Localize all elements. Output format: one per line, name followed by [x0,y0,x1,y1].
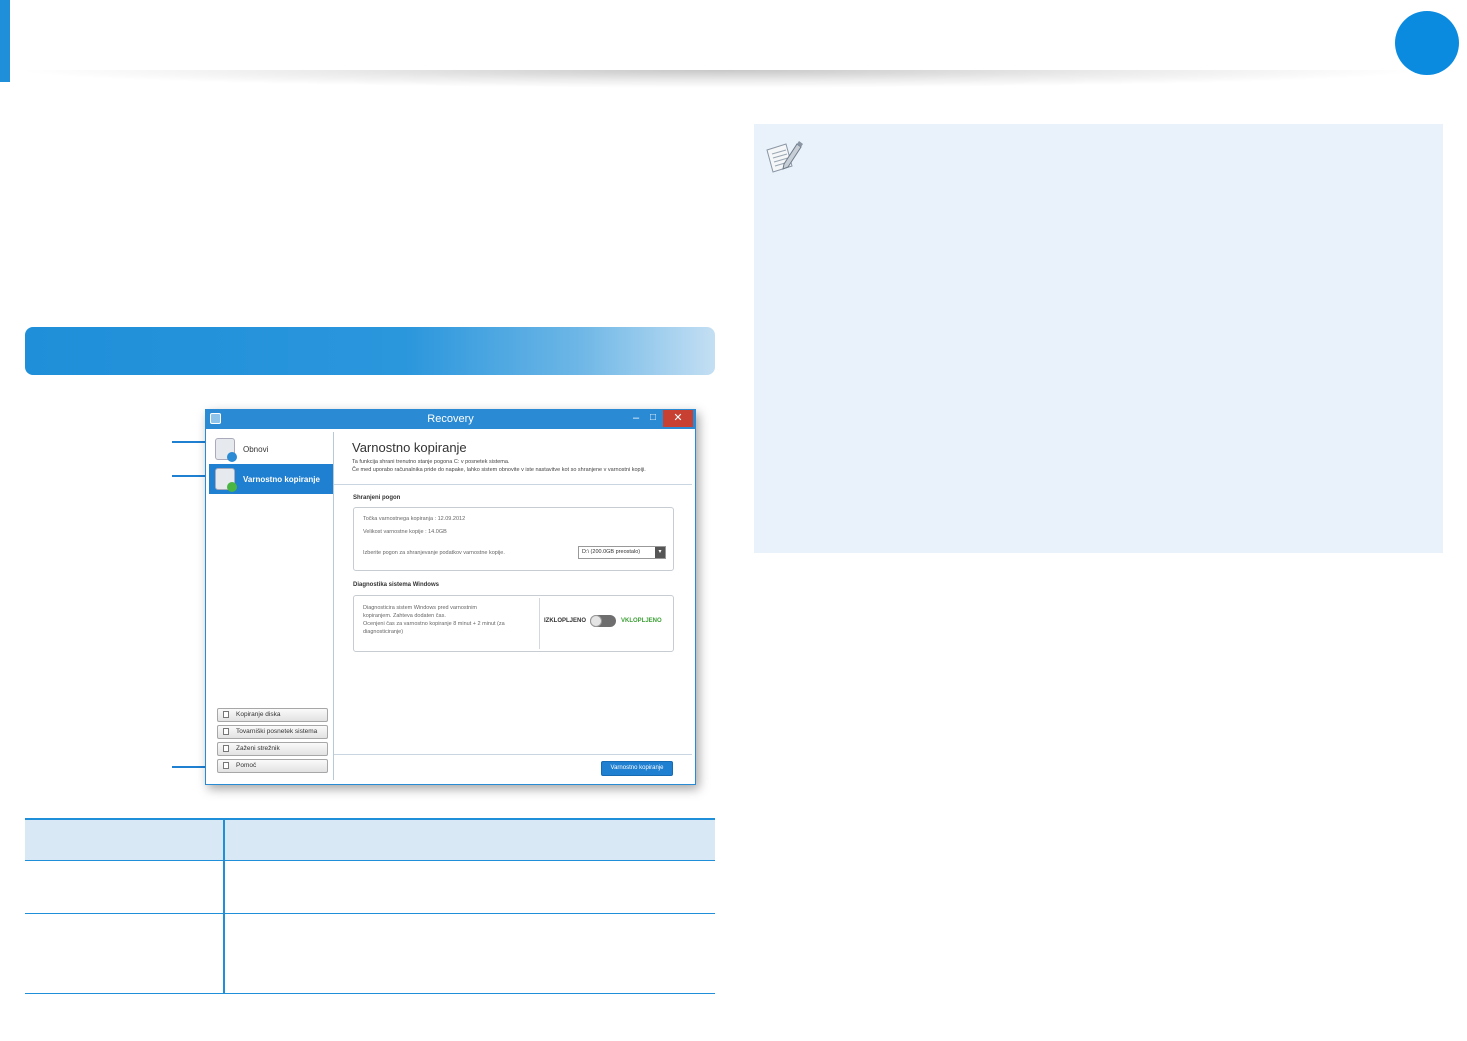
factory-image-icon [223,728,229,735]
toggle-off-label: IZKLOPLJENO [544,618,587,624]
disk-copy-icon [223,711,229,718]
section-heading-bar [25,327,715,375]
button-label: Pomoč [236,762,257,769]
button-label: Tovarniški posnetek sistema [236,728,318,735]
help-button[interactable]: Pomoč [217,759,328,773]
sidebar-item-label: Obnovi [243,445,269,454]
table-row-divider [25,860,715,861]
diagnostics-text-1: Diagnosticira sistem Windows pred varnos… [363,605,478,611]
table-bottom-border [25,993,715,994]
chevron-down-icon: ▾ [655,547,665,558]
storage-group-title: Shranjeni pogon [353,495,401,501]
diagnostics-text-2: kopiranjem. Zahteva dodaten čas. [363,613,446,619]
backup-button[interactable]: Varnostno kopiranje [601,761,673,776]
toggle-on-label: VKLOPLJENO [621,618,662,624]
drive-select-value: D:\ (200.0GB preostalo) [582,549,641,555]
toggle-knob[interactable] [590,615,602,627]
button-label: Kopiranje diska [236,711,281,718]
divider [539,598,540,649]
backup-icon [215,468,237,492]
window-title: Recovery [427,413,474,425]
start-server-button[interactable]: Zaženi strežnik [217,742,328,756]
window-titlebar: Recovery – □ ✕ [206,410,695,429]
backup-point-text: Točka varnostnega kopiranja : 12.09.2012 [363,516,466,522]
header-accent-bar [0,0,10,82]
backup-size-text: Velikost varnostne kopije : 14.0GB [363,529,447,535]
table-row-divider [25,913,715,914]
maximize-button[interactable]: □ [646,412,660,426]
table-header [25,818,715,860]
header-divider [10,70,1430,88]
diagnostics-group: Diagnosticira sistem Windows pred varnos… [353,595,674,652]
diagnostics-group-title: Diagnostika sistema Windows [353,582,439,588]
help-icon [223,762,229,769]
recovery-window: Recovery – □ ✕ Obnovi Varnostno kopiranj… [205,409,696,785]
close-button[interactable]: ✕ [663,410,693,427]
table-column-divider [223,818,225,994]
diagnostics-text-4: diagnosticiranje) [363,629,404,635]
server-icon [223,745,229,752]
sidebar-item-restore[interactable]: Obnovi [209,434,333,464]
main-header: Varnostno kopiranje Ta funkcija shrani t… [334,432,692,485]
minimize-button[interactable]: – [629,412,643,426]
diagnostics-text-3: Ocenjeni čas za varnostno kopiranje 8 mi… [363,621,505,627]
restore-icon [215,438,237,462]
sidebar-item-label: Varnostno kopiranje [243,475,320,484]
main-panel: Varnostno kopiranje Ta funkcija shrani t… [334,432,692,780]
description-line-2: Če med uporabo računalnika pride do napa… [352,467,646,473]
drive-select-dropdown[interactable]: D:\ (200.0GB preostalo) ▾ [578,546,666,559]
description-line-1: Ta funkcija shrani trenutno stanje pogon… [352,459,510,465]
sidebar-item-backup[interactable]: Varnostno kopiranje [209,464,333,494]
page-title: Varnostno kopiranje [352,440,467,455]
note-box [754,124,1443,553]
page-number-badge [1395,11,1459,75]
storage-group: Točka varnostnega kopiranja : 12.09.2012… [353,507,674,571]
sidebar: Obnovi Varnostno kopiranje Kopiranje dis… [209,432,334,780]
button-label: Zaženi strežnik [236,745,280,752]
disk-copy-button[interactable]: Kopiranje diska [217,708,328,722]
drive-select-label: Izberite pogon za shranjevanje podatkov … [363,550,505,556]
factory-image-button[interactable]: Tovarniški posnetek sistema [217,725,328,739]
note-pencil-icon [764,138,804,174]
